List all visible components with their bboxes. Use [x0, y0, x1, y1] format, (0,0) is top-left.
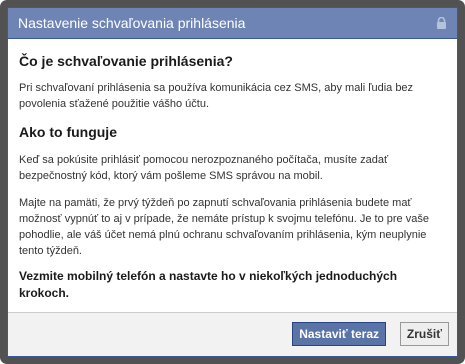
- dialog-titlebar: Nastavenie schvaľovania prihlásenia: [8, 8, 457, 39]
- dialog-title: Nastavenie schvaľovania prihlásenia: [18, 15, 246, 31]
- login-approvals-dialog: Nastavenie schvaľovania prihlásenia Čo j…: [7, 7, 458, 357]
- paragraph-how: Keď sa pokúsite prihlásiť pomocou nerozp…: [19, 154, 389, 182]
- dialog-frame: Nastavenie schvaľovania prihlásenia Čo j…: [0, 0, 465, 364]
- setup-now-button[interactable]: Nastaviť teraz: [292, 322, 386, 346]
- paragraph-note: Majte na pamäti, že prvý týždeň po zapnu…: [19, 197, 429, 257]
- paragraph-intro: Pri schvaľovaní prihlásenia sa používa k…: [19, 82, 414, 110]
- heading-what-is: Čo je schvaľovanie prihlásenia?: [19, 53, 233, 69]
- lock-icon: [437, 17, 446, 29]
- dialog-footer: Nastaviť teraz Zrušiť: [8, 312, 457, 356]
- dialog-body: Čo je schvaľovanie prihlásenia? Pri schv…: [8, 39, 457, 302]
- heading-how-it-works: Ako to funguje: [19, 124, 117, 140]
- cancel-button[interactable]: Zrušiť: [399, 322, 449, 346]
- instruction-text: Vezmite mobilný telefón a nastavte ho v …: [19, 269, 398, 300]
